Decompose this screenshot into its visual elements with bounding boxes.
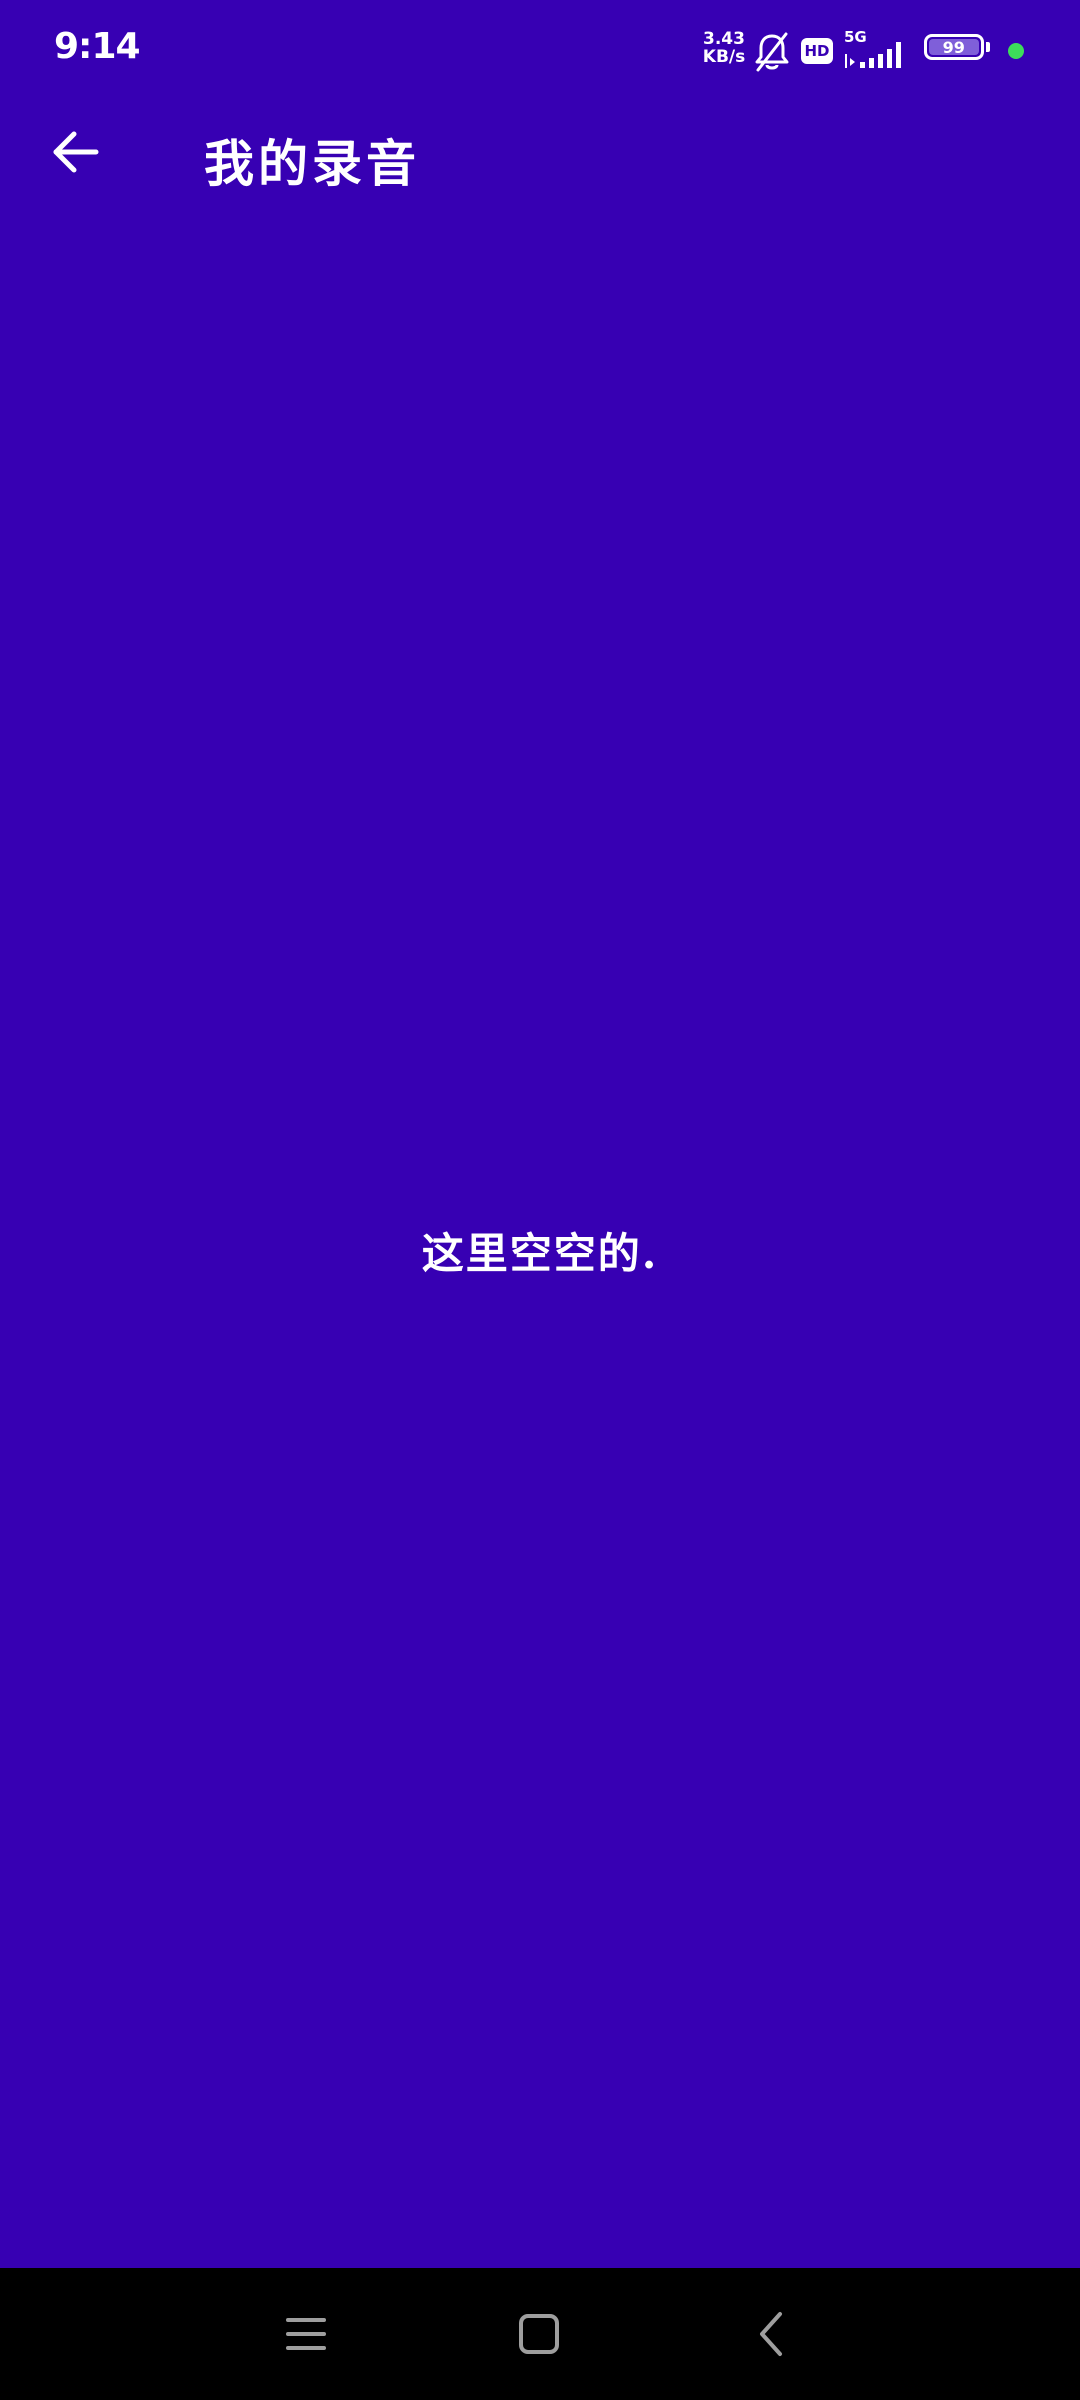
signal-icon: 5G xyxy=(842,28,912,70)
menu-icon xyxy=(286,2318,326,2350)
battery-level: 99 xyxy=(929,39,979,57)
network-speed-unit: KB/s xyxy=(702,47,746,67)
status-bar: 9:14 3.43 KB/s HD 5G 99 xyxy=(0,0,1080,100)
page-title: 我的录音 xyxy=(204,134,420,193)
status-time: 9:14 xyxy=(54,26,141,67)
back-icon xyxy=(760,2312,782,2356)
privacy-indicator-dot xyxy=(1008,43,1024,59)
battery-body: 99 xyxy=(924,34,984,60)
arrow-left-icon xyxy=(53,131,99,173)
battery-icon: 99 xyxy=(924,34,992,64)
notifications-muted-icon xyxy=(752,30,792,74)
network-speed: 3.43 KB/s xyxy=(700,30,748,66)
recordings-screen: 9:14 3.43 KB/s HD 5G 99 我的录音 这里空空的. xyxy=(0,0,1080,2400)
home-button[interactable] xyxy=(509,2304,569,2364)
back-button[interactable] xyxy=(44,120,108,184)
hd-icon: HD xyxy=(801,38,833,64)
nav-back-button[interactable] xyxy=(742,2304,802,2364)
home-icon xyxy=(519,2314,559,2354)
battery-tip xyxy=(986,42,990,52)
recent-apps-button[interactable] xyxy=(276,2304,336,2364)
empty-state-message: 这里空空的. xyxy=(421,1229,659,1278)
system-navigation-bar xyxy=(0,2268,1080,2400)
network-speed-value: 3.43 xyxy=(703,29,745,49)
app-bar: 我的录音 xyxy=(0,100,1080,220)
